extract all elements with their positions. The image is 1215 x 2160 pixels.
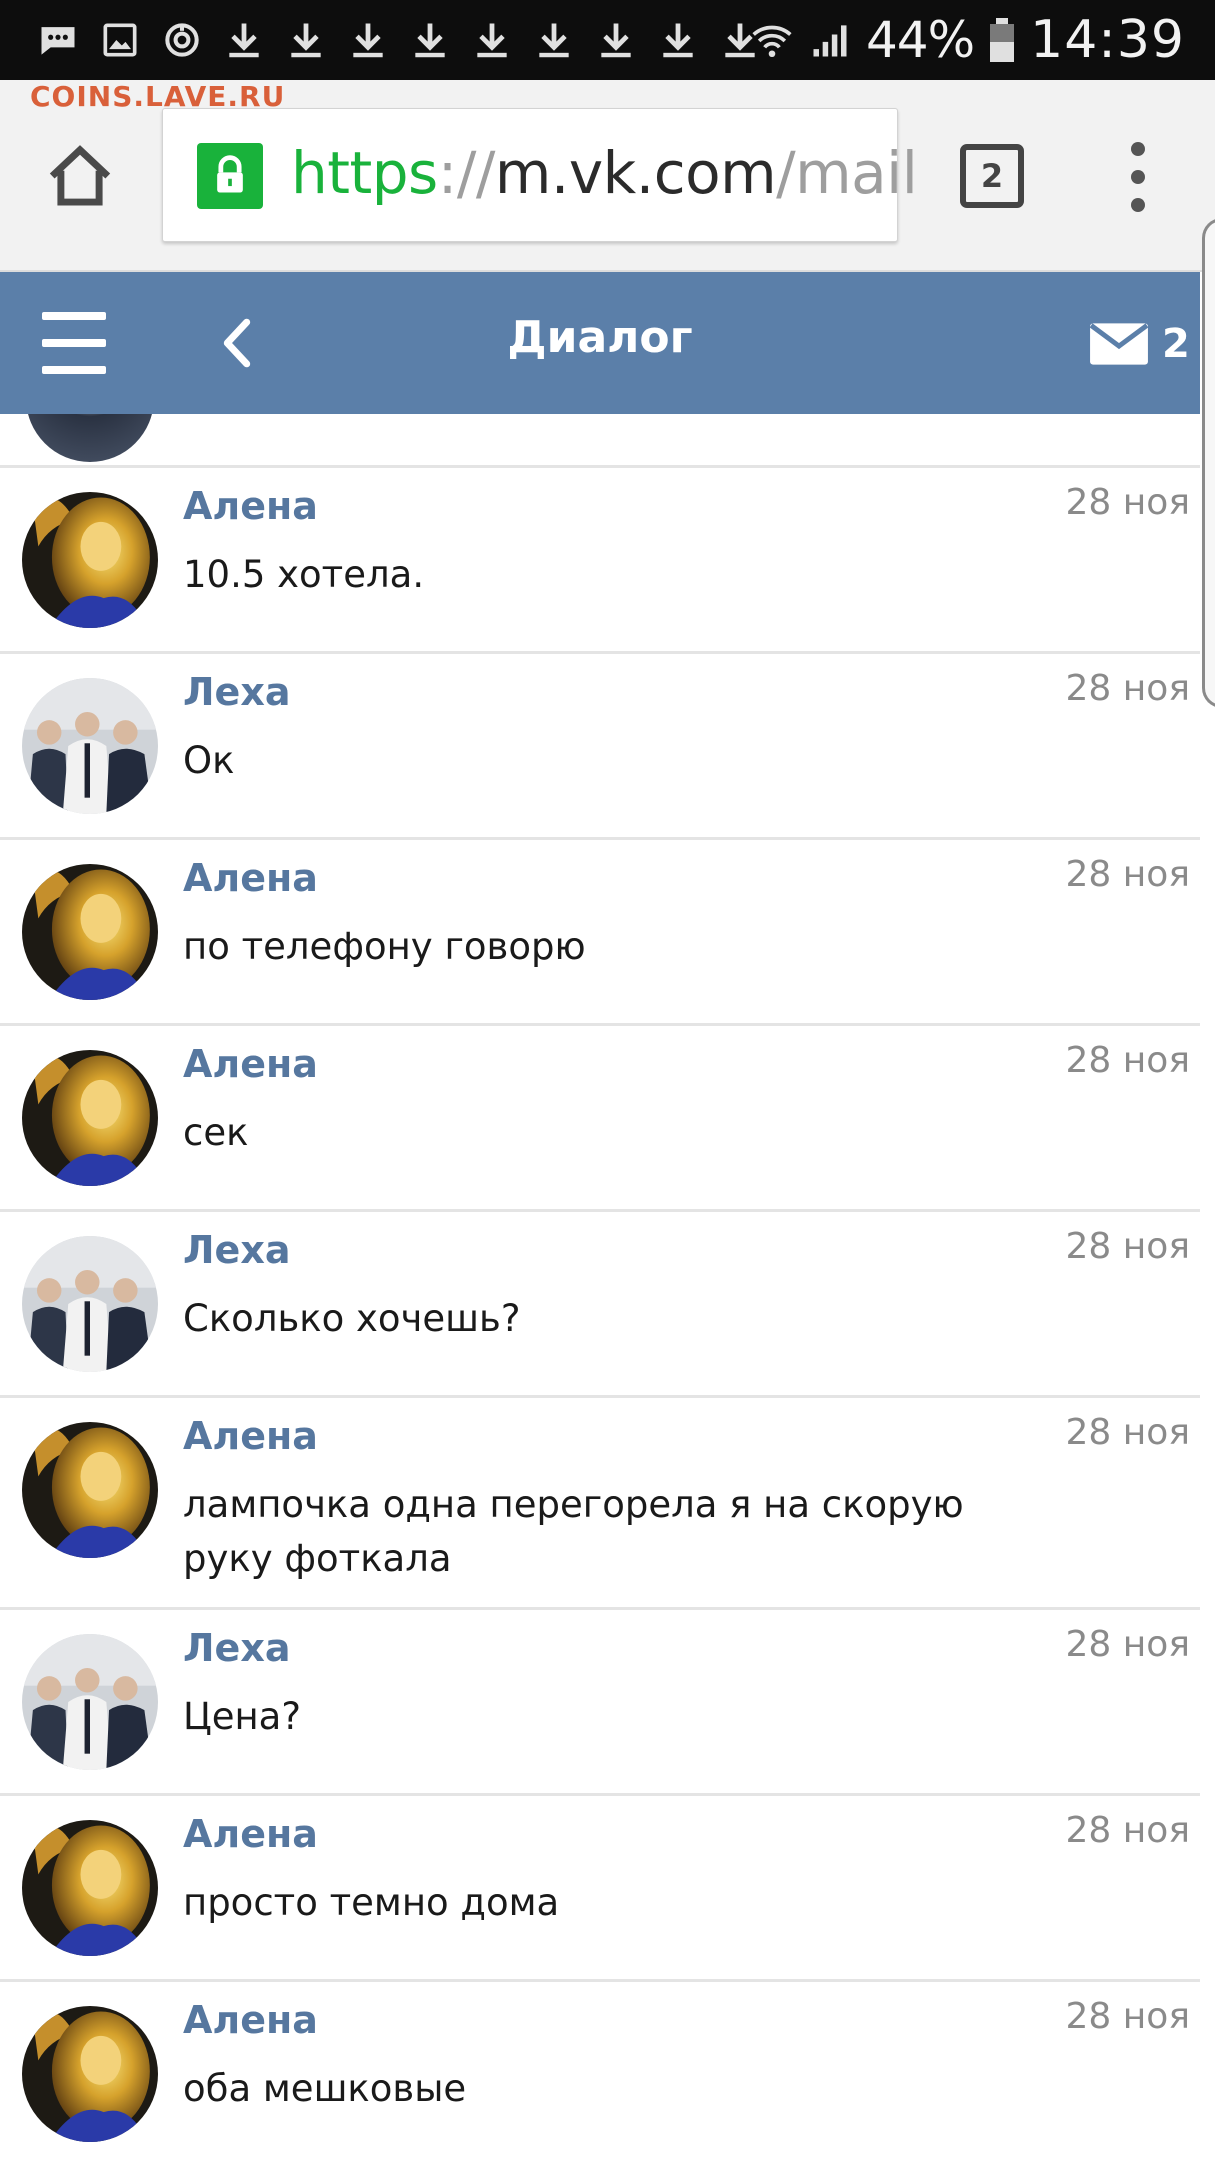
message-text: 10.5 хотела. [183, 553, 425, 596]
message-row[interactable]: Леха 28 ноя Сколько хочешь? [0, 1212, 1200, 1398]
home-button[interactable] [40, 138, 120, 214]
avatar[interactable] [22, 1422, 158, 1558]
url-path: /mail [776, 139, 918, 207]
download-icon [408, 18, 452, 62]
sender-name[interactable]: Алена [183, 1812, 318, 1856]
message-date: 28 ноя [1065, 1624, 1190, 1665]
avatar[interactable] [22, 2006, 158, 2142]
hamburger-line [42, 366, 106, 374]
sender-name[interactable]: Леха [183, 1228, 291, 1272]
system-status: 44% 14:39 [750, 10, 1185, 70]
url-host: m.vk.com [494, 139, 777, 207]
edge-panel-handle[interactable] [1202, 218, 1215, 708]
home-icon [49, 145, 111, 206]
page-title: Диалог [507, 312, 693, 363]
url-separator: :// [437, 139, 496, 207]
tab-switcher-button[interactable]: 2 [960, 144, 1024, 208]
sender-name[interactable]: Алена [183, 856, 318, 900]
message-text: оба мешковые [183, 2067, 467, 2110]
avatar [26, 414, 154, 462]
message-date: 28 ноя [1065, 1810, 1190, 1851]
message-row[interactable]: Алена 28 ноя сек [0, 1026, 1200, 1212]
sender-name[interactable]: Алена [183, 484, 318, 528]
download-icon [284, 18, 328, 62]
message-date: 28 ноя [1065, 1996, 1190, 2037]
avatar[interactable] [22, 1820, 158, 1956]
messages-icon [36, 18, 80, 62]
avatar[interactable] [22, 678, 158, 814]
lock-icon [197, 143, 263, 209]
wifi-icon [750, 18, 794, 62]
menu-dot [1131, 198, 1145, 212]
url-scheme: https [291, 139, 438, 207]
sender-name[interactable]: Леха [183, 670, 291, 714]
message-row[interactable]: Алена 28 ноя 10.5 хотела. [0, 468, 1200, 654]
message-row[interactable]: Леха 28 ноя Цена? [0, 1610, 1200, 1796]
message-text: Ок [183, 739, 235, 782]
menu-dot [1131, 170, 1145, 184]
gallery-icon [98, 18, 142, 62]
dialog-header: Диалог 2 [0, 272, 1200, 414]
sender-name[interactable]: Алена [183, 1998, 318, 2042]
sender-name[interactable]: Леха [183, 1626, 291, 1670]
status-bar: 44% 14:39 [0, 0, 1215, 80]
download-icon [346, 18, 390, 62]
download-icon [594, 18, 638, 62]
message-date: 28 ноя [1065, 1226, 1190, 1267]
download-icon [656, 18, 700, 62]
menu-dot [1131, 142, 1145, 156]
battery-icon [988, 18, 1016, 62]
message-text: лампочка одна перегорела я на скорую рук… [183, 1483, 964, 1580]
tab-count: 2 [980, 157, 1004, 195]
mail-count-badge: 2 [1162, 321, 1190, 367]
message-date: 28 ноя [1065, 482, 1190, 523]
sender-name[interactable]: Алена [183, 1414, 318, 1458]
message-date: 28 ноя [1065, 1040, 1190, 1081]
message-row[interactable]: Леха 28 ноя Ок [0, 654, 1200, 840]
avatar[interactable] [22, 1634, 158, 1770]
battery-percent: 44% [866, 11, 975, 69]
sender-name[interactable]: Алена [183, 1042, 318, 1086]
url-text: https://m.vk.com/mail [291, 139, 918, 207]
avatar[interactable] [22, 864, 158, 1000]
watermark: COINS.LAVE.RU [30, 80, 286, 113]
message-text: Сколько хочешь? [183, 1297, 521, 1340]
message-row[interactable]: Алена 28 ноя просто темно дома [0, 1796, 1200, 1982]
download-icon [532, 18, 576, 62]
message-row[interactable]: Алена 28 ноя лампочка одна перегорела я … [0, 1398, 1200, 1610]
overflow-menu-button[interactable] [1116, 142, 1160, 212]
address-bar[interactable]: https://m.vk.com/mail [162, 108, 918, 242]
sync-icon [160, 18, 204, 62]
download-icon [222, 18, 266, 62]
message-date: 28 ноя [1065, 668, 1190, 709]
message-date: 28 ноя [1065, 1412, 1190, 1453]
message-date: 28 ноя [1065, 854, 1190, 895]
list-item-partial [0, 414, 1200, 468]
clock: 14:39 [1030, 10, 1185, 70]
mail-button[interactable]: 2 [1088, 314, 1198, 374]
avatar[interactable] [22, 492, 158, 628]
message-text: Цена? [183, 1695, 301, 1738]
download-icon [470, 18, 514, 62]
message-row[interactable]: Алена 28 ноя по телефону говорю [0, 840, 1200, 1026]
avatar[interactable] [22, 1050, 158, 1186]
message-row[interactable]: Алена 28 ноя оба мешковые [0, 1982, 1200, 2160]
message-list: Алена 28 ноя 10.5 хотела. Леха 28 ноя Ок [0, 414, 1200, 2160]
envelope-icon [1089, 323, 1149, 365]
signal-icon [808, 18, 852, 62]
message-text: просто темно дома [183, 1881, 560, 1924]
avatar[interactable] [22, 1236, 158, 1372]
message-text: по телефону говорю [183, 925, 586, 968]
notification-icons [36, 12, 762, 68]
message-text: сек [183, 1111, 249, 1154]
